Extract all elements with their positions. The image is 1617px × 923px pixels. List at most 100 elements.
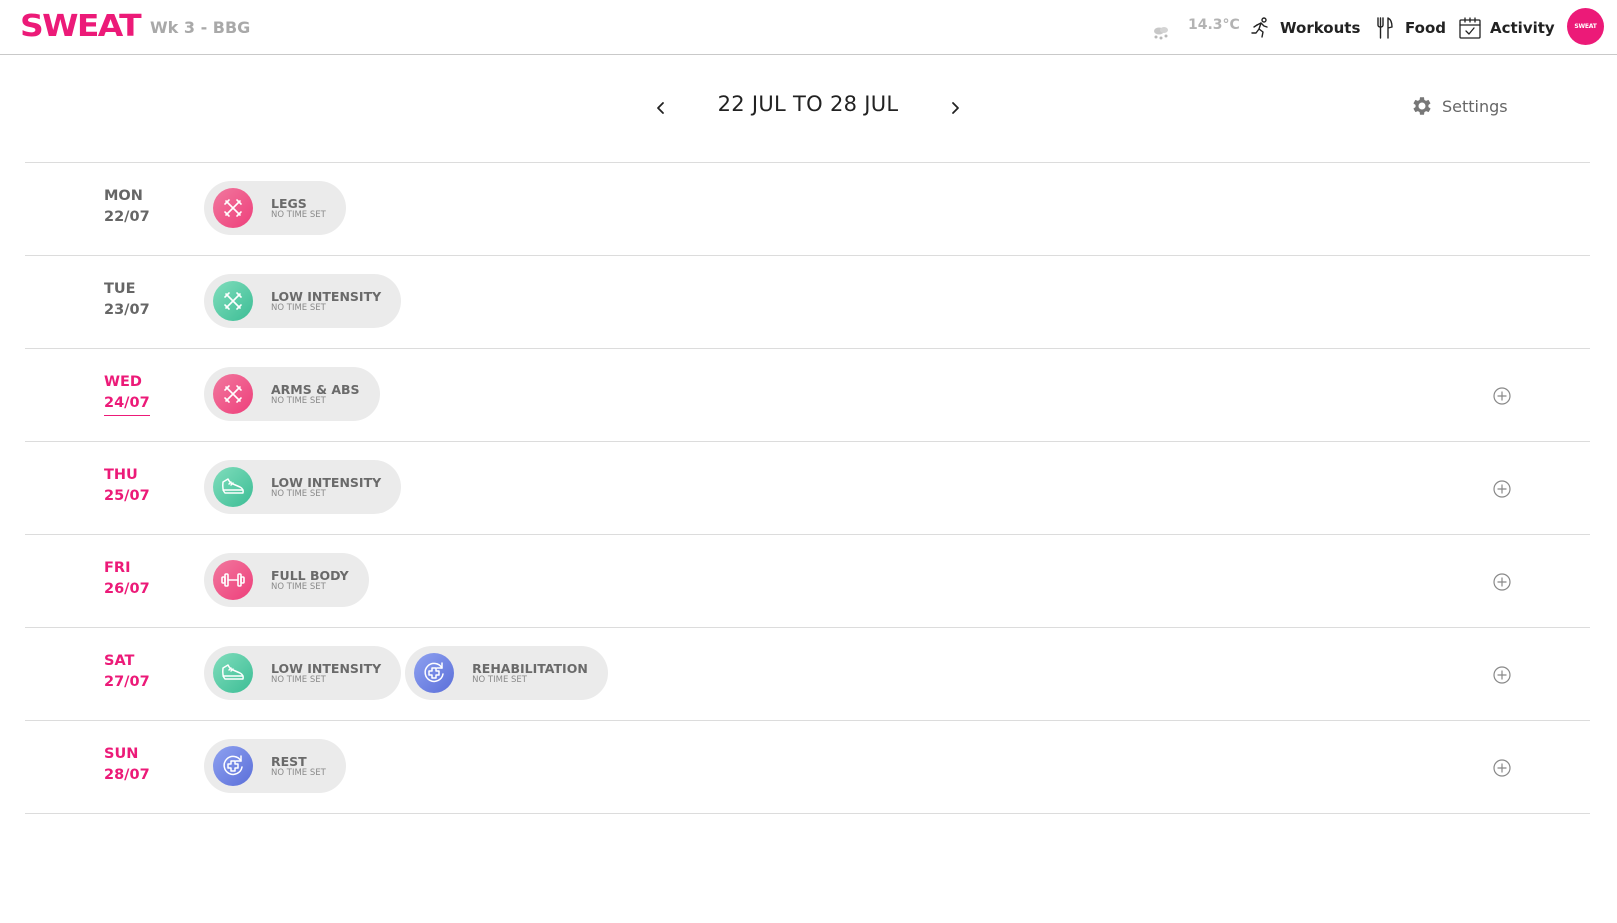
workout-pill[interactable]: REHABILITATION NO TIME SET	[405, 646, 608, 700]
workout-pill[interactable]: LOW INTENSITY NO TIME SET	[204, 646, 402, 700]
nav-food-label: Food	[1405, 19, 1446, 37]
add-workout-plus-icon[interactable]	[1492, 479, 1512, 499]
add-workout-plus-icon[interactable]	[1492, 386, 1512, 406]
temperature: 14.3°C	[1188, 17, 1240, 33]
workout-time: NO TIME SET	[271, 209, 326, 220]
workout-list: LEGS NO TIME SET	[204, 181, 346, 235]
gear-icon	[1413, 97, 1431, 115]
day-label: FRI 26/07	[104, 558, 150, 600]
day-row-fri: FRI 26/07 FULL BODY NO TIME SET	[25, 535, 1590, 628]
workout-text: ARMS & ABS NO TIME SET	[271, 381, 360, 406]
add-workout-plus-icon[interactable]	[1492, 758, 1512, 778]
workout-list: FULL BODY NO TIME SET	[204, 553, 369, 607]
day-row-mon: MON 22/07 LEGS NO TIME SET	[25, 163, 1590, 256]
day-name: TUE	[104, 281, 136, 297]
day-name: WED	[104, 374, 142, 390]
day-name: THU	[104, 467, 138, 483]
day-label: SAT 27/07	[104, 651, 150, 693]
add-workout-plus-icon[interactable]	[1492, 665, 1512, 685]
workout-name: FULL BODY	[271, 567, 349, 583]
workout-name: LOW INTENSITY	[271, 474, 382, 490]
day-label: WED 24/07	[104, 372, 150, 416]
day-date: 26/07	[104, 581, 150, 597]
workout-text: LOW INTENSITY NO TIME SET	[271, 660, 382, 685]
workout-list: REST NO TIME SET	[204, 739, 346, 793]
workout-list: ARMS & ABS NO TIME SET	[204, 367, 380, 421]
nav-workouts-label: Workouts	[1280, 19, 1361, 37]
workout-pill[interactable]: FULL BODY NO TIME SET	[204, 553, 369, 607]
workout-time: NO TIME SET	[271, 488, 326, 499]
day-label: MON 22/07	[104, 186, 150, 228]
day-row-sat: SAT 27/07 LOW INTENSITY NO TIME SET REHABI…	[25, 628, 1590, 721]
day-label: SUN 28/07	[104, 744, 150, 786]
workout-time: NO TIME SET	[271, 581, 326, 592]
sneaker-icon	[213, 467, 253, 507]
add-workout-plus-icon[interactable]	[1492, 572, 1512, 592]
nav-activity-label: Activity	[1490, 19, 1555, 37]
dumbbell-icon	[213, 560, 253, 600]
workout-text: LOW INTENSITY NO TIME SET	[271, 289, 381, 313]
workout-pill[interactable]: LOW INTENSITY NO TIME SET	[204, 460, 402, 514]
day-name: SAT	[104, 653, 135, 669]
day-label: THU 25/07	[104, 465, 150, 507]
day-row-sun: SUN 28/07 REST NO TIME SET	[25, 721, 1590, 814]
workout-list: LOW INTENSITY NO TIME SET REHABILITATION N…	[204, 646, 608, 700]
week-schedule: MON 22/07 LEGS NO TIME SET TUE 23/07 LOW INT…	[25, 162, 1590, 814]
settings-label: Settings	[1442, 96, 1508, 116]
top-bar: SWEAT Wk 3 - BBG 14.3°C Workouts Food Ac…	[0, 0, 1617, 55]
workout-text: LOW INTENSITY NO TIME SET	[271, 474, 382, 499]
day-name: MON	[104, 188, 143, 204]
cross-icon	[213, 281, 253, 321]
cross-icon	[213, 374, 253, 414]
program-label: Wk 3 - BBG	[150, 18, 251, 37]
day-date: 25/07	[104, 488, 150, 504]
workout-name: LOW INTENSITY	[271, 660, 382, 676]
day-date: 22/07	[104, 209, 150, 225]
day-row-wed: WED 24/07 ARMS & ABS NO TIME SET	[25, 349, 1590, 442]
settings-button[interactable]: Settings	[1410, 94, 1508, 118]
avatar[interactable]: SWEAT	[1567, 8, 1604, 45]
nav-food[interactable]: Food	[1373, 14, 1446, 42]
workout-name: REHABILITATION	[472, 660, 588, 676]
workout-list: LOW INTENSITY NO TIME SET	[204, 274, 402, 328]
workout-pill[interactable]: REST NO TIME SET	[204, 739, 346, 793]
recovery-cross-icon	[213, 746, 253, 786]
sweat-logo[interactable]: SWEAT	[20, 9, 142, 45]
workout-name: ARMS & ABS	[271, 381, 360, 397]
workout-pill[interactable]: LOW INTENSITY NO TIME SET	[204, 274, 402, 328]
workout-text: REST NO TIME SET	[271, 753, 326, 778]
calendar-check-icon	[1459, 17, 1481, 39]
workout-pill[interactable]: LEGS NO TIME SET	[204, 181, 346, 235]
workout-text: LEGS NO TIME SET	[271, 195, 326, 220]
day-date: 27/07	[104, 674, 150, 690]
rain-cloud-icon	[1154, 27, 1168, 40]
week-range-title: 22 JUL TO 28 JUL	[717, 92, 899, 116]
workout-pill[interactable]: ARMS & ABS NO TIME SET	[204, 367, 380, 421]
day-date: 28/07	[104, 767, 150, 783]
sneaker-icon	[213, 653, 253, 693]
workout-time: NO TIME SET	[271, 674, 326, 685]
recovery-cross-icon	[414, 653, 455, 693]
day-row-thu: THU 25/07 LOW INTENSITY NO TIME SET	[25, 442, 1590, 535]
workout-time: NO TIME SET	[271, 395, 326, 406]
workout-list: LOW INTENSITY NO TIME SET	[204, 460, 402, 514]
day-date: 24/07	[104, 393, 150, 416]
workout-name: LEGS	[271, 195, 307, 211]
day-row-tue: TUE 23/07 LOW INTENSITY NO TIME SET	[25, 256, 1590, 349]
running-person-icon	[1251, 17, 1268, 38]
workout-time: NO TIME SET	[472, 674, 527, 685]
workout-time: NO TIME SET	[271, 302, 326, 313]
nav-workouts[interactable]: Workouts	[1248, 14, 1360, 42]
workout-text: REHABILITATION NO TIME SET	[472, 660, 588, 685]
cross-icon	[213, 188, 253, 228]
day-label: TUE 23/07	[104, 279, 150, 321]
day-date: 23/07	[104, 302, 150, 318]
day-name: FRI	[104, 560, 131, 576]
chevron-right-icon[interactable]	[944, 96, 966, 120]
nav-activity[interactable]: Activity	[1458, 14, 1555, 42]
day-name: SUN	[104, 746, 139, 762]
workout-name: REST	[271, 753, 307, 769]
workout-text: FULL BODY NO TIME SET	[271, 567, 349, 592]
workout-time: NO TIME SET	[271, 767, 326, 778]
fork-knife-icon	[1377, 17, 1393, 39]
